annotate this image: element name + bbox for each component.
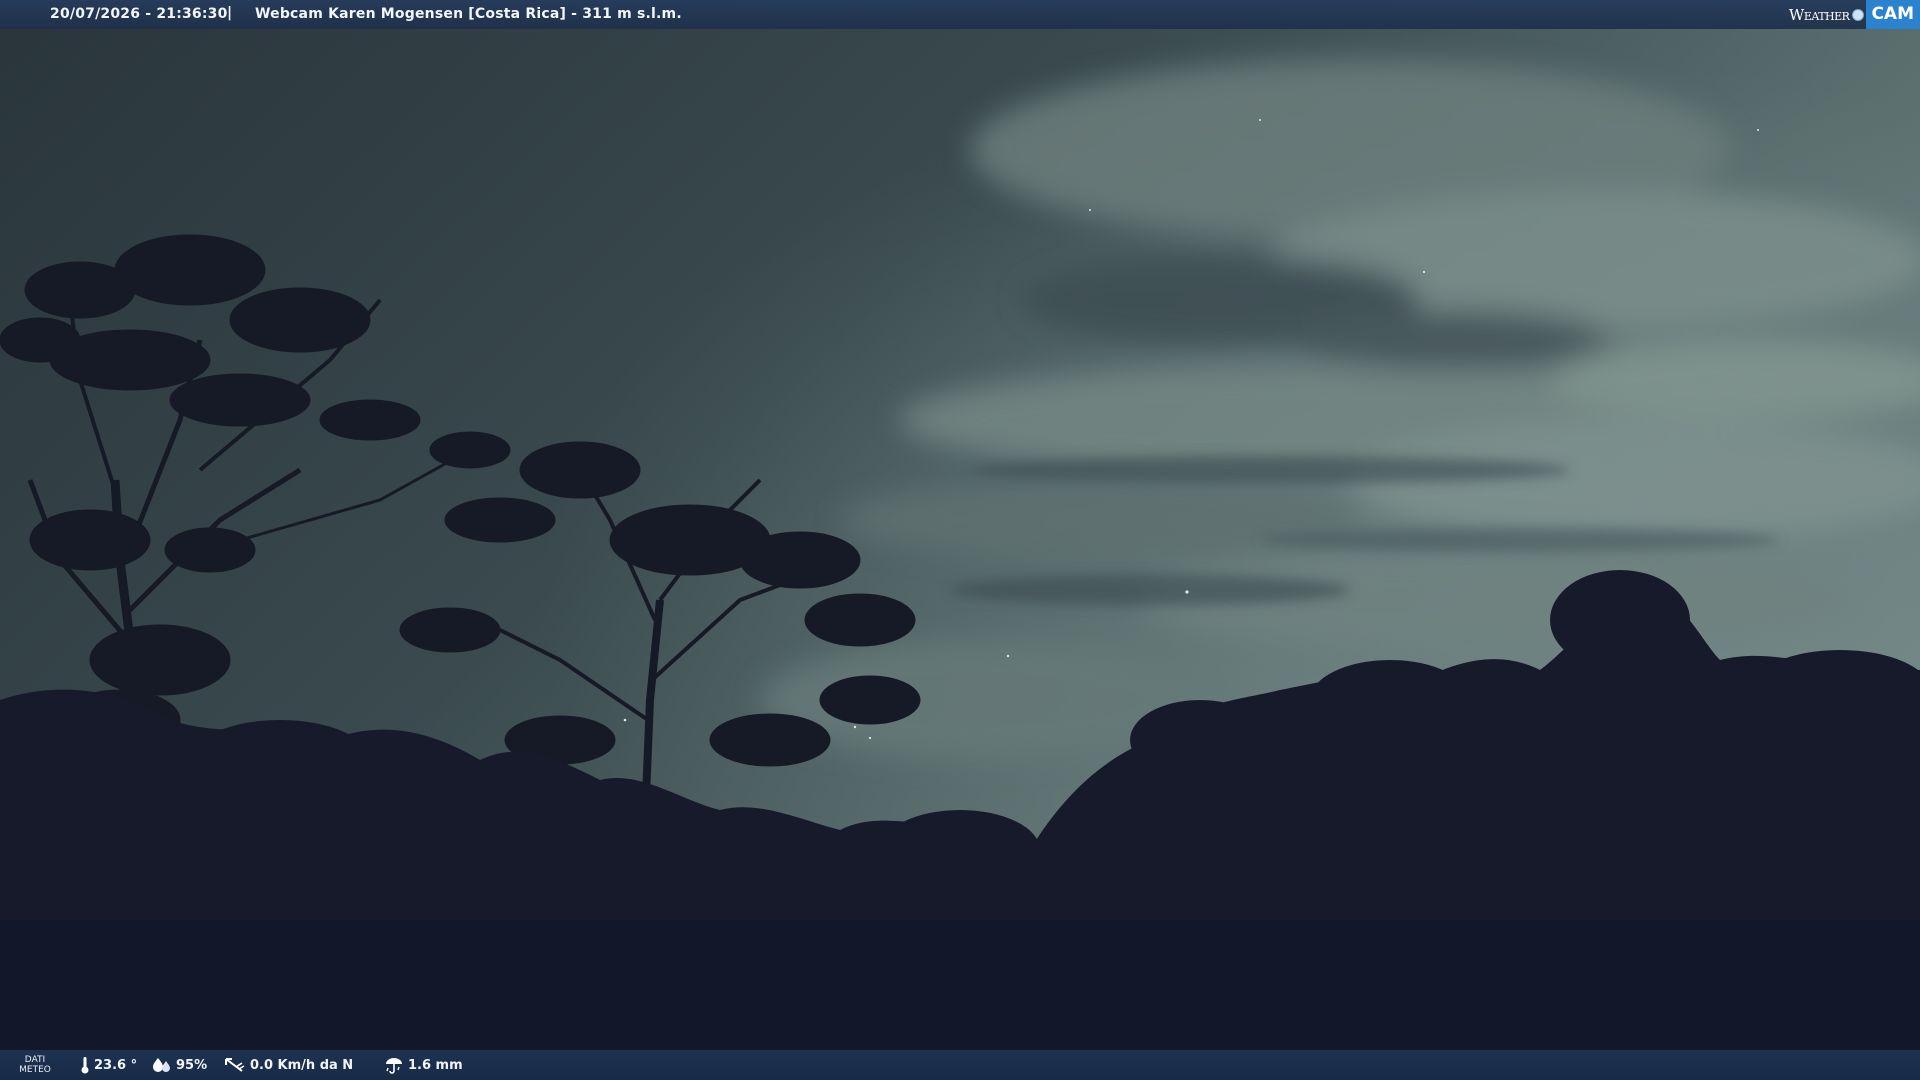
dati-line1: DATI — [24, 1055, 46, 1065]
weather-data-bar: DATI METEO 23.6 ° 95% 0.0 Km/h da N 1.6 … — [0, 1050, 1920, 1080]
separator: | — [227, 5, 233, 21]
humidity-value: 95% — [176, 1057, 208, 1073]
temperature-reading: 23.6 ° — [80, 1050, 137, 1080]
temperature-value: 23.6 ° — [94, 1057, 138, 1073]
rain-icon — [386, 1058, 402, 1074]
webcam-viewer: 20/07/2026 - 21:36:30 | Webcam Karen Mog… — [0, 0, 1920, 1080]
weathercam-logo[interactable]: Weather CAM — [1789, 0, 1920, 29]
webcam-title: Webcam Karen Mogensen [Costa Rica] - 311… — [255, 6, 682, 22]
wind-reading: 0.0 Km/h da N — [224, 1050, 353, 1080]
rain-value: 1.6 mm — [408, 1057, 463, 1073]
wind-value: 0.0 Km/h da N — [250, 1057, 354, 1073]
webcam-image — [0, 0, 1920, 1080]
logo-word: Weather — [1788, 5, 1850, 24]
rain-reading: 1.6 mm — [384, 1050, 463, 1080]
dati-meteo-label: DATI METEO — [19, 1055, 51, 1075]
dati-line2: METEO — [19, 1065, 51, 1075]
top-info-bar: 20/07/2026 - 21:36:30 | Webcam Karen Mog… — [0, 0, 1920, 29]
humidity-reading: 95% — [152, 1050, 207, 1080]
wind-icon — [225, 1058, 245, 1072]
logo-dot-icon — [1852, 8, 1865, 21]
timestamp: 20/07/2026 - 21:36:30 — [50, 6, 228, 22]
logo-badge: CAM — [1866, 0, 1920, 29]
humidity-icon — [153, 1058, 170, 1072]
thermometer-icon — [81, 1057, 89, 1074]
